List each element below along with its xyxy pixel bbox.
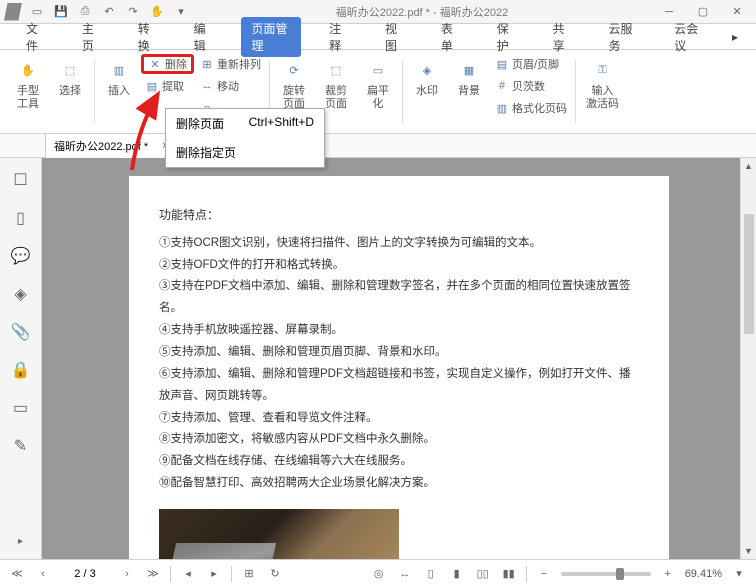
insert-icon: ▥: [105, 56, 133, 84]
flatten-button[interactable]: ▭ 扁平 化: [358, 54, 398, 129]
layers-panel-icon[interactable]: ◈: [11, 284, 31, 304]
signature-panel-icon[interactable]: ✎: [11, 436, 31, 456]
background-icon: ▦: [455, 56, 483, 84]
last-page-icon[interactable]: ≫: [144, 565, 162, 583]
document-image: [159, 509, 399, 559]
doc-heading: 功能特点：: [159, 204, 639, 227]
rotate-icon: ⟳: [280, 56, 308, 84]
scroll-down-icon[interactable]: ▼: [744, 543, 753, 559]
fit-page-icon[interactable]: ◎: [370, 565, 388, 583]
continuous-icon[interactable]: ▮: [448, 565, 466, 583]
doc-line: ⑥支持添加、编辑、删除和管理PDF文档超链接和书签，实现自定义操作，例如打开文件…: [159, 364, 639, 408]
header-footer-button[interactable]: ▤ 页眉/页脚: [491, 54, 571, 74]
doc-line: ⑦支持添加、管理、查看和导览文件注释。: [159, 408, 639, 430]
move-button[interactable]: ↔ 移动: [196, 76, 265, 96]
side-rail: ☐ ▯ 💬 ◈ 📎 🔒 ▭ ✎ ▸: [0, 158, 42, 559]
doc-line: ⑩配备智慧打印、高效招聘两大企业场景化解决方案。: [159, 473, 639, 495]
zoom-out-icon[interactable]: −: [535, 565, 553, 583]
page-indicator-input[interactable]: [60, 568, 110, 580]
zoom-dropdown-icon[interactable]: ▾: [730, 565, 748, 583]
bates-button[interactable]: # 贝茨数: [491, 76, 571, 96]
prev-page-icon[interactable]: ‹: [34, 565, 52, 583]
reflow-icon[interactable]: ↻: [266, 565, 284, 583]
delete-dropdown-menu: 删除页面 Ctrl+Shift+D 删除指定页: [165, 108, 325, 168]
close-button[interactable]: ✕: [722, 3, 752, 21]
main-area: ☐ ▯ 💬 ◈ 📎 🔒 ▭ ✎ ▸ 功能特点： ①支持OCR图文识别，快速将扫描…: [0, 158, 756, 559]
scroll-up-icon[interactable]: ▲: [744, 158, 753, 174]
zoom-in-icon[interactable]: +: [659, 565, 677, 583]
fields-panel-icon[interactable]: ▭: [11, 398, 31, 418]
continuous-facing-icon[interactable]: ▮▮: [500, 565, 518, 583]
select-button[interactable]: ⬚ 选择: [50, 54, 90, 129]
activation-button[interactable]: ⚿ 输入 激活码: [580, 54, 625, 129]
zoom-percent: 69.41%: [685, 568, 722, 580]
format-page-icon: ▥: [495, 101, 509, 115]
delete-specific-menu-item[interactable]: 删除指定页: [166, 138, 324, 167]
insert-button[interactable]: ▥ 插入: [99, 54, 139, 129]
expand-rail-icon[interactable]: ▸: [11, 531, 31, 551]
nav-back-icon[interactable]: ◂: [179, 565, 197, 583]
doc-line: ⑧支持添加密文，将敏感内容从PDF文档中永久删除。: [159, 429, 639, 451]
first-page-icon[interactable]: ≪: [8, 565, 26, 583]
nav-forward-icon[interactable]: ▸: [205, 565, 223, 583]
pages-panel-icon[interactable]: ▯: [11, 208, 31, 228]
facing-icon[interactable]: ▯▯: [474, 565, 492, 583]
hand-tool-button[interactable]: ✋ 手型 工具: [8, 54, 48, 129]
thumbnail-view-icon[interactable]: ⊞: [240, 565, 258, 583]
scroll-thumb[interactable]: [744, 214, 754, 334]
status-bar: ≪ ‹ › ≫ ◂ ▸ ⊞ ↻ ◎ ↔ ▯ ▮ ▯▯ ▮▮ − + 69.41%…: [0, 559, 756, 587]
rearrange-icon: ⊞: [200, 57, 214, 71]
document-tab-strip: 福昕办公2022.pdf * × +: [0, 134, 756, 158]
save-icon[interactable]: 💾: [52, 3, 70, 21]
doc-line: ②支持OFD文件的打开和格式转换。: [159, 255, 639, 277]
zoom-slider-knob[interactable]: [616, 568, 624, 580]
delete-icon: ✕: [148, 57, 162, 71]
extract-icon: ▤: [145, 79, 159, 93]
delete-button[interactable]: ✕ 删除: [141, 54, 194, 74]
tabs-more-icon[interactable]: ▸: [732, 30, 738, 44]
doc-line: ⑨配备文档在线存储、在线编辑等六大在线服务。: [159, 451, 639, 473]
doc-line: ④支持手机放映遥控器、屏幕录制。: [159, 320, 639, 342]
doc-line: ⑤支持添加、编辑、删除和管理页眉页脚、背景和水印。: [159, 342, 639, 364]
document-viewport[interactable]: 功能特点： ①支持OCR图文识别，快速将扫描件、图片上的文字转换为可编辑的文本。…: [42, 158, 756, 559]
key-icon: ⚿: [589, 56, 617, 84]
watermark-icon: ◈: [413, 56, 441, 84]
ribbon: ✋ 手型 工具 ⬚ 选择 ▥ 插入 ✕ 删除 ▤ 提取 ⋯ ⊞ 重新排列 ↔ 移…: [0, 50, 756, 134]
background-button[interactable]: ▦ 背景: [449, 54, 489, 129]
format-page-button[interactable]: ▥ 格式化页码: [491, 98, 571, 118]
delete-page-menu-item[interactable]: 删除页面 Ctrl+Shift+D: [166, 109, 324, 138]
document-tab[interactable]: 福昕办公2022.pdf * ×: [45, 133, 178, 158]
crop-icon: ⬚: [322, 56, 350, 84]
flatten-icon: ▭: [364, 56, 392, 84]
pdf-page: 功能特点： ①支持OCR图文识别，快速将扫描件、图片上的文字转换为可编辑的文本。…: [129, 176, 669, 559]
bookmark-panel-icon[interactable]: ☐: [11, 170, 31, 190]
attachments-panel-icon[interactable]: 📎: [11, 322, 31, 342]
header-footer-icon: ▤: [495, 57, 509, 71]
doc-line: ①支持OCR图文识别，快速将扫描件、图片上的文字转换为可编辑的文本。: [159, 233, 639, 255]
doc-line: ③支持在PDF文档中添加、编辑、删除和管理数字签名，并在多个页面的相同位置快速放…: [159, 276, 639, 320]
single-page-icon[interactable]: ▯: [422, 565, 440, 583]
fit-width-icon[interactable]: ↔: [396, 565, 414, 583]
bates-icon: #: [495, 79, 509, 93]
menu-tabs: 文件 主页 转换 编辑 页面管理 注释 视图 表单 保护 共享 云服务 云会议 …: [0, 24, 756, 50]
hand-tool-icon: ✋: [14, 56, 42, 84]
comments-panel-icon[interactable]: 💬: [11, 246, 31, 266]
move-icon: ↔: [200, 79, 214, 93]
watermark-button[interactable]: ◈ 水印: [407, 54, 447, 129]
next-page-icon[interactable]: ›: [118, 565, 136, 583]
extract-button[interactable]: ▤ 提取: [141, 76, 194, 96]
select-icon: ⬚: [56, 56, 84, 84]
security-panel-icon[interactable]: 🔒: [11, 360, 31, 380]
zoom-slider[interactable]: [561, 572, 651, 576]
vertical-scrollbar[interactable]: ▲ ▼: [740, 158, 756, 559]
rearrange-button[interactable]: ⊞ 重新排列: [196, 54, 265, 74]
